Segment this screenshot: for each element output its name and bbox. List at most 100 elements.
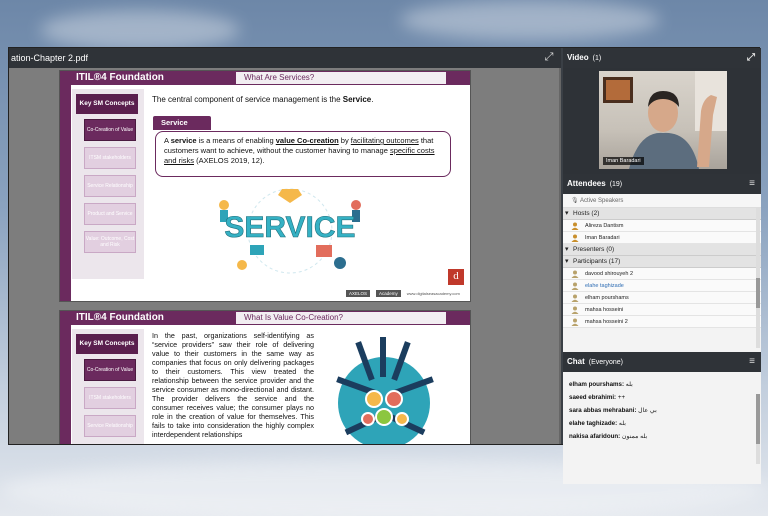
attendee-name: Alireza Dantism — [585, 223, 624, 229]
menu-icon[interactable]: ≡ — [749, 178, 755, 190]
axelos-logo: AXELOS — [346, 290, 371, 297]
attendee-row[interactable]: davood shirouyeh 2 — [563, 268, 761, 280]
chat-header: Chat (Everyone) ≡ — [563, 352, 761, 372]
chat-text: بي عال — [638, 407, 657, 414]
brand-logo: d — [448, 269, 464, 285]
slide-brand: ITIL®4 Foundation — [76, 72, 164, 83]
participant-icon — [571, 294, 579, 302]
participant-icon — [571, 270, 579, 278]
scroll-thumb[interactable] — [756, 278, 760, 308]
presenter-video[interactable]: Iman Baradari — [599, 71, 727, 169]
service-tab: Service — [153, 116, 211, 130]
participant-icon — [571, 318, 579, 326]
service-illustration: SERVICE — [219, 188, 361, 274]
chat-message: nakisa afaridoun: بله ممنون — [563, 430, 761, 443]
attendees-title: Attendees — [567, 179, 606, 188]
chat-message: saeed ebrahimi: ++ — [563, 391, 761, 404]
slide-what-are-services: ITIL®4 Foundation What Are Services? Key… — [59, 70, 471, 302]
document-header: ation-Chapter 2.pdf ⤢ — [9, 48, 561, 68]
nav-service-relationship[interactable]: Service Relationship — [84, 415, 136, 437]
meeting-window: ation-Chapter 2.pdf ⤢ ITIL®4 Foundation … — [8, 47, 761, 484]
nav-co-creation[interactable]: Co-Creation of Value — [84, 119, 136, 141]
slide-body: In the past, organizations self-identify… — [152, 331, 314, 439]
presenters-section[interactable]: Presenters (0) — [563, 244, 761, 256]
hosts-section[interactable]: Hosts (2) — [563, 208, 761, 220]
attendees-count: (19) — [609, 181, 623, 188]
chat-message: elahe taghizade: بله — [563, 417, 761, 430]
expand-icon[interactable]: ⤢ — [543, 51, 555, 63]
nav-service-relationship[interactable]: Service Relationship — [84, 175, 136, 197]
chat-text: بله — [625, 381, 633, 388]
participant-icon — [571, 306, 579, 314]
attendee-row[interactable]: Alireza Dantism — [563, 220, 761, 232]
slide-topic: What Is Value Co-Creation? — [236, 312, 446, 324]
key-concepts-title: Key SM Concepts — [76, 334, 138, 354]
def-text: is a means of enabling — [196, 136, 276, 145]
background-blur — [400, 0, 660, 40]
document-pane: ation-Chapter 2.pdf ⤢ ITIL®4 Foundation … — [9, 48, 561, 444]
attendee-name: Iman Baradari — [585, 235, 620, 241]
host-icon — [571, 222, 579, 230]
document-canvas[interactable]: ITIL®4 Foundation What Are Services? Key… — [9, 68, 561, 444]
chat-scope: (Everyone) — [588, 359, 624, 366]
video-title: Video — [567, 53, 589, 62]
document-scrollbar[interactable] — [559, 68, 561, 444]
nav-co-creation[interactable]: Co-Creation of Value — [84, 359, 136, 381]
chat-panel: elham pourshams: بله saeed ebrahimi: ++ … — [563, 372, 761, 484]
footer-url: www.digitalseasacademy.com — [406, 291, 460, 296]
chat-text: بله — [618, 420, 626, 427]
key-concepts-title: Key SM Concepts — [76, 94, 138, 114]
chat-scrollbar[interactable] — [756, 394, 760, 464]
def-text: (AXELOS 2019, 12). — [194, 156, 265, 165]
intro-bold: Service — [342, 95, 372, 104]
intro-suffix: . — [371, 95, 374, 104]
def-underline: facilitating outcomes — [350, 136, 419, 145]
academy-logo: Academy — [376, 290, 401, 297]
service-art-word: SERVICE — [224, 211, 355, 244]
attendee-row[interactable]: mahsa hosseini — [563, 304, 761, 316]
slide-intro: The central component of service managem… — [152, 95, 373, 104]
chat-title: Chat — [567, 357, 585, 366]
scroll-thumb[interactable] — [756, 394, 760, 444]
slide-brand: ITIL®4 Foundation — [76, 312, 164, 323]
def-text: by — [338, 136, 351, 145]
presenter-image — [603, 71, 727, 169]
nav-value-outcome[interactable]: Value: Outcome, Cost and Risk — [84, 231, 136, 253]
participants-section[interactable]: Participants (17) — [563, 256, 761, 268]
attendees-scrollbar[interactable] — [756, 208, 760, 348]
chat-message: elham pourshams: بله — [563, 378, 761, 391]
service-definition: A service is a means of enabling value C… — [155, 131, 451, 177]
attendee-name: mahsa hosseini — [585, 307, 624, 313]
chat-user: sara abbas mehrabani: — [569, 407, 637, 414]
nav-itsm-stakeholders[interactable]: ITSM stakeholders — [84, 387, 136, 409]
active-speakers-label: Active Speakers — [579, 198, 624, 204]
document-title: ation-Chapter 2.pdf — [11, 53, 89, 63]
menu-icon[interactable]: ≡ — [749, 356, 755, 368]
attendee-row[interactable]: mahsa hosseini 2 — [563, 316, 761, 328]
chat-text: بله ممنون — [621, 433, 648, 440]
attendee-row[interactable]: elahe taghizade — [563, 280, 761, 292]
def-bold: service — [170, 136, 197, 145]
nav-product-and-service[interactable]: Product and Service — [84, 203, 136, 225]
chat-user: nakisa afaridoun: — [569, 433, 621, 440]
chat-message: sara abbas mehrabani: بي عال — [563, 404, 761, 417]
attendee-row[interactable]: Iman Baradari — [563, 232, 761, 244]
slide-footer: AXELOS Academy www.digitalseasacademy.co… — [346, 290, 460, 297]
attendee-name: elahe taghizade — [585, 283, 624, 289]
slide-value-co-creation: ITIL®4 Foundation What Is Value Co-Creat… — [59, 310, 471, 444]
attendees-header: Attendees (19) ≡ — [563, 174, 761, 194]
nav-itsm-stakeholders[interactable]: ITSM stakeholders — [84, 147, 136, 169]
expand-icon[interactable]: ⤢ — [747, 52, 755, 64]
def-text: A — [164, 136, 171, 145]
attendee-row[interactable]: elham pourshams — [563, 292, 761, 304]
slide-topic: What Are Services? — [236, 72, 446, 84]
slide-side-band — [60, 71, 71, 301]
video-header: Video (1) ⤢ — [563, 48, 761, 68]
chat-user: saeed ebrahimi: — [569, 394, 617, 401]
attendee-name: mahsa hosseini 2 — [585, 319, 628, 325]
video-count: (1) — [592, 55, 602, 62]
active-speakers: 🎙︎ Active Speakers — [563, 194, 761, 208]
participant-icon — [571, 282, 579, 290]
presenter-name: Iman Baradari — [603, 157, 644, 165]
attendees-panel: 🎙︎ Active Speakers Hosts (2) Alireza Dan… — [563, 194, 761, 352]
